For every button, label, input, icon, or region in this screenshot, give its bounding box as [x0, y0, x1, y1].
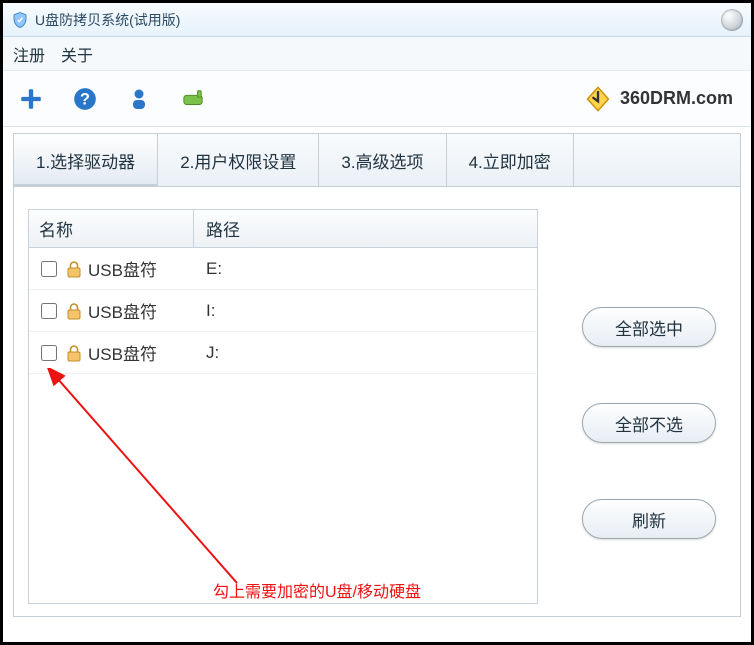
lock-icon [66, 344, 82, 362]
row-name: USB盘符 [88, 298, 157, 323]
tab-select-drive[interactable]: 1.选择驱动器 [14, 134, 158, 186]
header-name[interactable]: 名称 [29, 210, 194, 247]
tab-label: 4.立即加密 [469, 148, 551, 173]
toolbar: ? 360DRM.com [3, 71, 751, 127]
header-path[interactable]: 路径 [194, 210, 537, 247]
drive-icon[interactable] [179, 85, 207, 113]
drive-list: 名称 路径 USB盘符 E: [28, 209, 538, 604]
row-path: E: [194, 259, 537, 279]
lock-icon [66, 260, 82, 278]
button-label: 刷新 [632, 507, 666, 532]
row-path: I: [194, 301, 537, 321]
lock-icon [66, 302, 82, 320]
tab-label: 1.选择驱动器 [36, 148, 135, 173]
svg-text:?: ? [80, 90, 90, 108]
menu-about[interactable]: 关于 [61, 42, 93, 66]
button-label: 全部选中 [615, 315, 683, 340]
tab-encrypt-now[interactable]: 4.立即加密 [447, 134, 574, 186]
tab-row: 1.选择驱动器 2.用户权限设置 3.高级选项 4.立即加密 [13, 133, 741, 187]
add-icon[interactable] [17, 85, 45, 113]
refresh-button[interactable]: 刷新 [582, 499, 716, 539]
main-panel: 名称 路径 USB盘符 E: [13, 187, 741, 617]
row-checkbox[interactable] [41, 345, 57, 361]
brand-text: 360DRM.com [620, 88, 733, 109]
row-path: J: [194, 343, 537, 363]
user-icon[interactable] [125, 85, 153, 113]
tab-label: 3.高级选项 [341, 148, 423, 173]
tab-user-permissions[interactable]: 2.用户权限设置 [158, 134, 319, 186]
brand-logo-icon [584, 85, 612, 113]
select-none-button[interactable]: 全部不选 [582, 403, 716, 443]
shield-icon [11, 11, 29, 29]
help-icon[interactable]: ? [71, 85, 99, 113]
button-label: 全部不选 [615, 411, 683, 436]
title-bar: U盘防拷贝系统(试用版) [3, 3, 751, 37]
list-row[interactable]: USB盘符 I: [29, 290, 537, 332]
list-header: 名称 路径 [29, 210, 537, 248]
list-row[interactable]: USB盘符 J: [29, 332, 537, 374]
menu-register[interactable]: 注册 [13, 42, 45, 66]
window-control-button[interactable] [721, 9, 743, 31]
side-buttons: 全部选中 全部不选 刷新 [582, 307, 716, 539]
menu-bar: 注册 关于 [3, 37, 751, 71]
brand: 360DRM.com [584, 85, 733, 113]
list-row[interactable]: USB盘符 E: [29, 248, 537, 290]
row-checkbox[interactable] [41, 303, 57, 319]
select-all-button[interactable]: 全部选中 [582, 307, 716, 347]
window-title: U盘防拷贝系统(试用版) [35, 10, 180, 30]
row-name: USB盘符 [88, 256, 157, 281]
tab-label: 2.用户权限设置 [180, 148, 296, 173]
tab-advanced-options[interactable]: 3.高级选项 [319, 134, 446, 186]
row-name: USB盘符 [88, 340, 157, 365]
row-checkbox[interactable] [41, 261, 57, 277]
